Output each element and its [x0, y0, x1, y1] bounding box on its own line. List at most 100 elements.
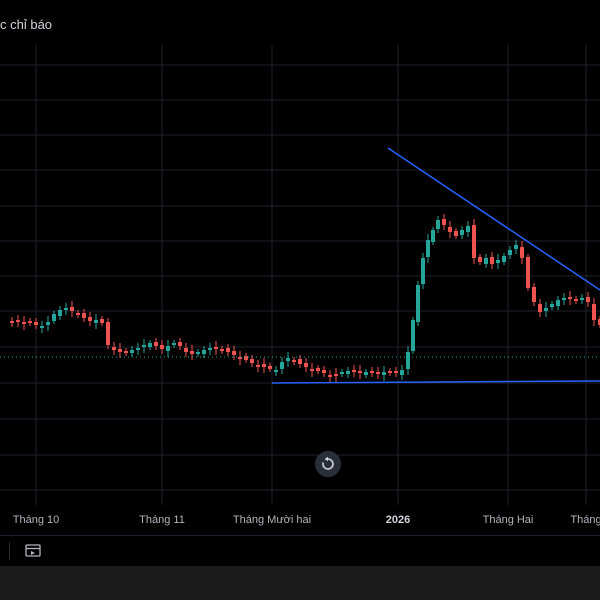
candle-body: [478, 257, 482, 262]
candle-body: [431, 230, 435, 242]
candle-body: [286, 358, 290, 361]
replay-icon[interactable]: [24, 542, 42, 560]
candle-body: [46, 322, 50, 325]
candle-body: [592, 304, 596, 320]
candle-body: [148, 343, 152, 347]
candle-body: [460, 230, 464, 235]
candle-body: [586, 297, 590, 302]
candle-body: [262, 364, 266, 367]
candle-body: [184, 348, 188, 352]
candle-body: [400, 370, 404, 375]
candle-body: [202, 350, 206, 354]
candle-body: [64, 308, 68, 310]
candle-body: [328, 375, 332, 377]
candle-body: [304, 363, 308, 367]
time-tick-label: Tháng 11: [139, 514, 185, 526]
candle-body: [16, 320, 20, 322]
time-tick-label: Tháng Mười hai: [232, 514, 312, 526]
candle-body: [532, 287, 536, 302]
candle-body: [178, 342, 182, 346]
candle-body: [100, 319, 104, 323]
candle-body: [556, 300, 560, 306]
candle-body: [382, 372, 386, 375]
candle-body: [411, 320, 415, 351]
bottom-toolbar: [0, 535, 600, 566]
candle-body: [298, 359, 302, 364]
candle-body: [472, 225, 476, 258]
candle-body: [208, 348, 212, 350]
candle-body: [426, 240, 430, 257]
candle-body: [88, 317, 92, 321]
candle-body: [574, 299, 578, 301]
candle-body: [376, 372, 380, 374]
candle-body: [346, 371, 350, 374]
candle-body: [112, 347, 116, 350]
candle-body: [142, 345, 146, 347]
candle-body: [454, 231, 458, 236]
candle-body: [124, 351, 128, 353]
candle-body: [568, 297, 572, 299]
candle-body: [508, 250, 512, 255]
resistance-trendline: [387, 147, 600, 291]
chart-area[interactable]: c chỉ báo: [0, 0, 600, 505]
candle-body: [544, 308, 548, 311]
candle-body: [502, 256, 506, 262]
candle-body: [214, 347, 218, 349]
candle-body: [160, 345, 164, 349]
reset-view-icon: [322, 456, 334, 470]
candle-body: [292, 360, 296, 362]
candle-body: [421, 258, 425, 284]
candle-body: [10, 321, 14, 323]
candle-body: [226, 348, 230, 352]
candle-body: [256, 365, 260, 367]
candle-body: [22, 322, 26, 324]
candle-body: [352, 370, 356, 372]
time-tick-label-year: 2026: [385, 514, 411, 526]
time-tick-label: Tháng Hai: [482, 514, 534, 526]
candle-body: [52, 314, 56, 321]
candle-body: [406, 352, 410, 369]
toolbar-separator: [9, 542, 10, 560]
candle-body: [364, 372, 368, 375]
candle-body: [280, 362, 284, 369]
candle-body: [394, 371, 398, 373]
candle-body: [40, 326, 44, 328]
candle-body: [520, 247, 524, 258]
candle-body: [370, 371, 374, 373]
time-tick-label: Tháng 10: [12, 514, 60, 526]
candle-body: [250, 359, 254, 363]
candle-body: [316, 368, 320, 371]
candle-body: [106, 322, 110, 345]
candle-body: [416, 285, 420, 322]
candle-body: [334, 374, 338, 376]
candle-body: [340, 372, 344, 374]
candle-body: [358, 371, 362, 373]
candle-body: [58, 310, 62, 316]
candle-body: [196, 352, 200, 354]
candle-body: [490, 257, 494, 264]
candle-body: [496, 260, 500, 263]
time-axis[interactable]: Tháng 10 Tháng 11 Tháng Mười hai 2026 Th…: [0, 505, 600, 535]
candle-body: [484, 258, 488, 264]
candle-body: [130, 350, 134, 353]
candle-body: [580, 298, 584, 300]
reset-view-button[interactable]: [315, 451, 341, 477]
candle-body: [274, 370, 278, 372]
candle-body: [70, 307, 74, 311]
candle-body: [232, 351, 236, 355]
footer-bar: [0, 566, 600, 600]
candle-body: [28, 321, 32, 323]
candle-body: [82, 313, 86, 318]
candle-body: [562, 298, 566, 300]
candle-body: [154, 342, 158, 346]
candle-body: [466, 226, 470, 232]
candle-body: [166, 346, 170, 351]
price-chart[interactable]: [0, 0, 600, 505]
candle-body: [436, 220, 440, 229]
candle-body: [76, 313, 80, 315]
candle-body: [172, 343, 176, 345]
candle-body: [190, 351, 194, 354]
candle-body: [526, 257, 530, 288]
candle-body: [34, 322, 38, 325]
candle-body: [514, 245, 518, 249]
